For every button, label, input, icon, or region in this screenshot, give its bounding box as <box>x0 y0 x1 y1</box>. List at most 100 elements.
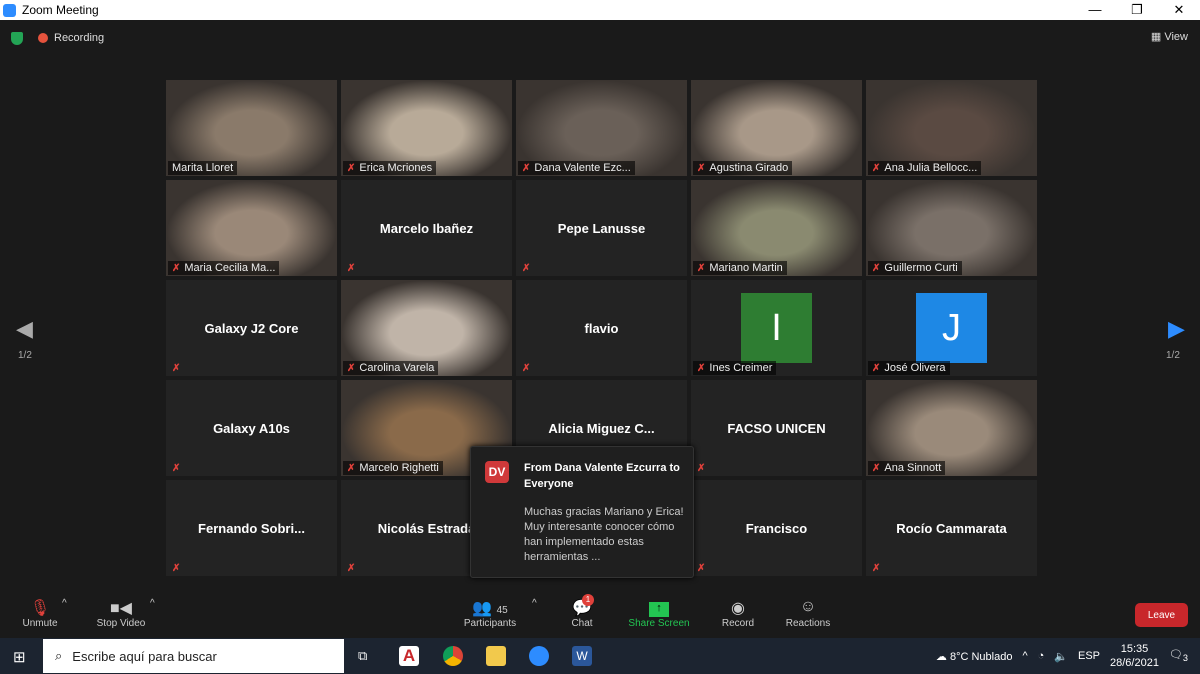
participants-options-caret[interactable]: ^ <box>532 598 537 609</box>
participant-tile[interactable]: Pepe Lanusse ✗ <box>516 180 687 276</box>
chat-notification[interactable]: DV From Dana Valente Ezcurra to Everyone… <box>470 446 694 578</box>
participant-tile[interactable]: Galaxy A10s ✗ <box>166 380 337 476</box>
participant-tile[interactable]: ✗ Ana Sinnott <box>866 380 1037 476</box>
page-indicator-left: 1/2 <box>18 350 32 361</box>
participant-tile[interactable]: Marcelo Ibañez ✗ <box>341 180 512 276</box>
task-view-icon[interactable]: ⧉ <box>358 648 367 664</box>
sender-avatar: DV <box>485 461 509 483</box>
participant-name: Mariano Martin <box>709 262 783 274</box>
participant-tile[interactable]: Fernando Sobri... ✗ <box>166 480 337 576</box>
security-shield-icon[interactable] <box>11 31 23 45</box>
zoom-app-icon[interactable] <box>529 646 549 666</box>
participant-tile[interactable]: I ✗ Ines Creimer <box>691 280 862 376</box>
chat-label: Chat <box>571 618 593 629</box>
participant-name-label: ✗ Agustina Girado <box>693 161 793 175</box>
participant-tile[interactable]: Marita Lloret <box>166 80 337 176</box>
view-button[interactable]: ▦ View <box>1151 30 1188 43</box>
mute-indicator: ✗ <box>168 562 188 575</box>
audio-options-caret[interactable]: ^ <box>62 598 67 609</box>
participant-name: Dana Valente Ezc... <box>534 162 631 174</box>
participant-tile[interactable]: J ✗ José Olivera <box>866 280 1037 376</box>
participant-tile[interactable]: Rocío Cammarata ✗ <box>866 480 1037 576</box>
share-screen-label: Share Screen <box>628 618 690 629</box>
participant-name: Maria Cecilia Ma... <box>184 262 276 274</box>
view-label: View <box>1164 31 1188 43</box>
participant-avatar: I <box>741 293 812 363</box>
unmute-button[interactable]: 🎙 Unmute <box>18 598 62 629</box>
page-indicator-right: 1/2 <box>1166 350 1180 361</box>
mute-indicator: ✗ <box>518 262 538 275</box>
participant-name: Agustina Girado <box>709 162 789 174</box>
weather-text: 8°C Nublado <box>949 650 1013 663</box>
language-indicator[interactable]: ESP <box>1078 650 1100 662</box>
weather-widget[interactable]: ☁ 8°C Nublado <box>936 650 1013 663</box>
participant-name: Marcelo Righetti <box>359 462 439 474</box>
participant-name-center: Galaxy J2 Core <box>204 320 299 336</box>
participant-name: Ines Creimer <box>709 362 773 374</box>
participants-label: Participants <box>463 618 517 629</box>
participant-tile[interactable]: ✗ Erica Mcriones <box>341 80 512 176</box>
acrobat-app-icon[interactable]: A <box>399 646 419 666</box>
muted-mic-icon: ✗ <box>172 262 181 274</box>
file-explorer-icon[interactable] <box>486 646 506 666</box>
participant-name-center: Rocío Cammarata <box>896 520 1007 536</box>
zoom-logo-icon <box>3 3 16 17</box>
muted-mic-icon: ✗ <box>347 162 356 174</box>
search-placeholder: Escribe aquí para buscar <box>72 648 217 664</box>
participant-tile[interactable]: ✗ Guillermo Curti <box>866 180 1037 276</box>
share-screen-button[interactable]: ↑ Share Screen <box>626 598 692 629</box>
participants-icon: 👥 <box>472 600 493 617</box>
chevron-left-icon[interactable]: ◀ <box>16 316 33 342</box>
participant-name-label: ✗ Guillermo Curti <box>868 261 962 275</box>
participant-tile[interactable]: ✗ Ana Julia Bellocc... <box>866 80 1037 176</box>
taskbar-search[interactable]: ⌕ Escribe aquí para buscar <box>43 639 344 673</box>
mute-indicator: ✗ <box>693 562 713 575</box>
record-button[interactable]: ◉ Record <box>718 598 758 629</box>
time: 15:35 <box>1120 643 1149 655</box>
volume-icon[interactable]: 🔈 <box>1054 650 1068 663</box>
participant-name: Ana Sinnott <box>884 462 942 474</box>
chevron-right-icon[interactable]: ▶ <box>1168 316 1185 342</box>
stop-video-button[interactable]: ■◀ Stop Video <box>92 598 150 629</box>
muted-mic-icon: ✗ <box>872 362 881 374</box>
participant-name-label: ✗ Maria Cecilia Ma... <box>168 261 280 275</box>
notifications-icon[interactable]: 🗨3 <box>1169 648 1188 663</box>
mute-indicator: ✗ <box>168 462 188 475</box>
window-title: Zoom Meeting <box>22 3 99 17</box>
mute-indicator: ✗ <box>168 362 188 375</box>
participant-tile[interactable]: ✗ Carolina Varela <box>341 280 512 376</box>
participant-tile[interactable]: FACSO UNICEN ✗ <box>691 380 862 476</box>
tray-chevron-icon[interactable]: ^ <box>1022 650 1027 662</box>
participant-tile[interactable]: Francisco ✗ <box>691 480 862 576</box>
participant-tile[interactable]: ✗ Agustina Girado <box>691 80 862 176</box>
participant-name-label: Marita Lloret <box>168 161 238 175</box>
muted-mic-icon: ✗ <box>522 363 531 374</box>
participant-tile[interactable]: ✗ Dana Valente Ezc... <box>516 80 687 176</box>
chat-badge: 1 <box>582 594 594 606</box>
participants-button[interactable]: 👥 45 Participants <box>462 598 518 629</box>
participant-tile[interactable]: flavio ✗ <box>516 280 687 376</box>
leave-button[interactable]: Leave <box>1135 603 1188 627</box>
chat-button[interactable]: 💬 1 Chat <box>566 594 598 629</box>
network-icon[interactable]: ◔ <box>1038 650 1045 662</box>
minimize-button[interactable]: — <box>1074 0 1116 20</box>
recording-label: Recording <box>54 32 105 44</box>
windows-start-icon[interactable]: ⊞ <box>13 648 26 666</box>
maximize-button[interactable]: ❐ <box>1116 0 1158 20</box>
participants-count: 45 <box>496 605 508 616</box>
muted-mic-icon: ✗ <box>872 262 881 274</box>
meeting-top-bar: Recording ▦ View <box>0 20 1200 56</box>
participant-tile[interactable]: Galaxy J2 Core ✗ <box>166 280 337 376</box>
participant-tile[interactable]: ✗ Mariano Martin <box>691 180 862 276</box>
participant-name: Carolina Varela <box>359 362 435 374</box>
clock[interactable]: 15:35 28/6/2021 <box>1110 642 1159 670</box>
word-app-icon[interactable]: W <box>572 646 592 666</box>
close-button[interactable]: ✕ <box>1158 0 1200 20</box>
meeting-toolbar: 🎙 Unmute ^ ■◀ Stop Video ^ 👥 45 Participant… <box>0 590 1200 638</box>
chrome-app-icon[interactable] <box>443 646 463 666</box>
reactions-button[interactable]: ☺ Reactions <box>784 598 832 629</box>
chat-sender: From Dana Valente Ezcurra to Everyone <box>524 462 680 490</box>
cloud-icon: ☁ <box>935 650 950 663</box>
participant-tile[interactable]: ✗ Maria Cecilia Ma... <box>166 180 337 276</box>
video-options-caret[interactable]: ^ <box>150 598 155 609</box>
